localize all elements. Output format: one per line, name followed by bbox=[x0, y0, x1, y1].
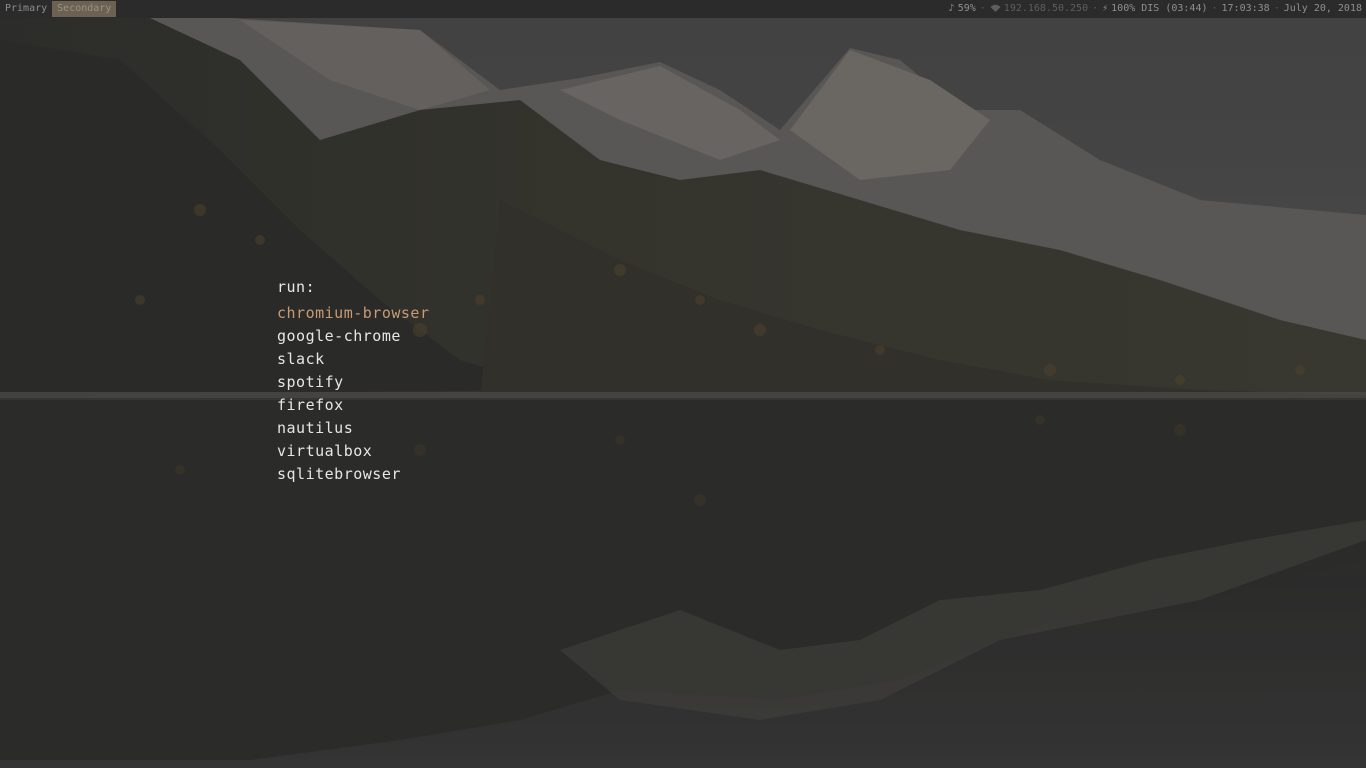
clock-date: July 20, 2018 bbox=[1283, 3, 1362, 14]
launcher-item-virtualbox[interactable]: virtualbox bbox=[277, 440, 430, 463]
clock-time: 17:03:38 bbox=[1221, 3, 1270, 14]
workspace-primary[interactable]: Primary bbox=[0, 1, 52, 17]
separator: · bbox=[1092, 3, 1099, 14]
wallpaper-dim-overlay bbox=[0, 0, 1366, 768]
network-address: 192.168.50.250 bbox=[1003, 3, 1089, 14]
launcher-prompt[interactable]: run: bbox=[277, 276, 430, 298]
launcher-item-google-chrome[interactable]: google-chrome bbox=[277, 325, 430, 348]
launcher-item-sqlitebrowser[interactable]: sqlitebrowser bbox=[277, 463, 430, 486]
top-status-bar: Primary Secondary ♪ 59% · 192.168.50.250… bbox=[0, 0, 1366, 18]
volume-level: 59% bbox=[957, 3, 976, 14]
system-status: ♪ 59% · 192.168.50.250 · ⚡ 100% DIS (03:… bbox=[949, 0, 1366, 18]
launcher-item-nautilus[interactable]: nautilus bbox=[277, 417, 430, 440]
separator: · bbox=[979, 3, 986, 14]
lightning-icon: ⚡ bbox=[1102, 3, 1109, 14]
launcher-item-spotify[interactable]: spotify bbox=[277, 371, 430, 394]
workspace-secondary[interactable]: Secondary bbox=[52, 1, 117, 17]
launcher-item-slack[interactable]: slack bbox=[277, 348, 430, 371]
battery-status: 100% DIS (03:44) bbox=[1111, 3, 1208, 14]
desktop: Primary Secondary ♪ 59% · 192.168.50.250… bbox=[0, 0, 1366, 768]
separator: · bbox=[1273, 3, 1280, 14]
workspace-switcher: Primary Secondary bbox=[0, 0, 117, 18]
separator: · bbox=[1211, 3, 1218, 14]
wifi-icon bbox=[990, 0, 1001, 18]
launcher-item-chromium-browser[interactable]: chromium-browser bbox=[277, 302, 430, 325]
music-note-icon: ♪ bbox=[948, 3, 955, 14]
launcher-results: chromium-browser google-chrome slack spo… bbox=[277, 302, 430, 486]
run-launcher: run: chromium-browser google-chrome slac… bbox=[277, 276, 430, 486]
launcher-item-firefox[interactable]: firefox bbox=[277, 394, 430, 417]
